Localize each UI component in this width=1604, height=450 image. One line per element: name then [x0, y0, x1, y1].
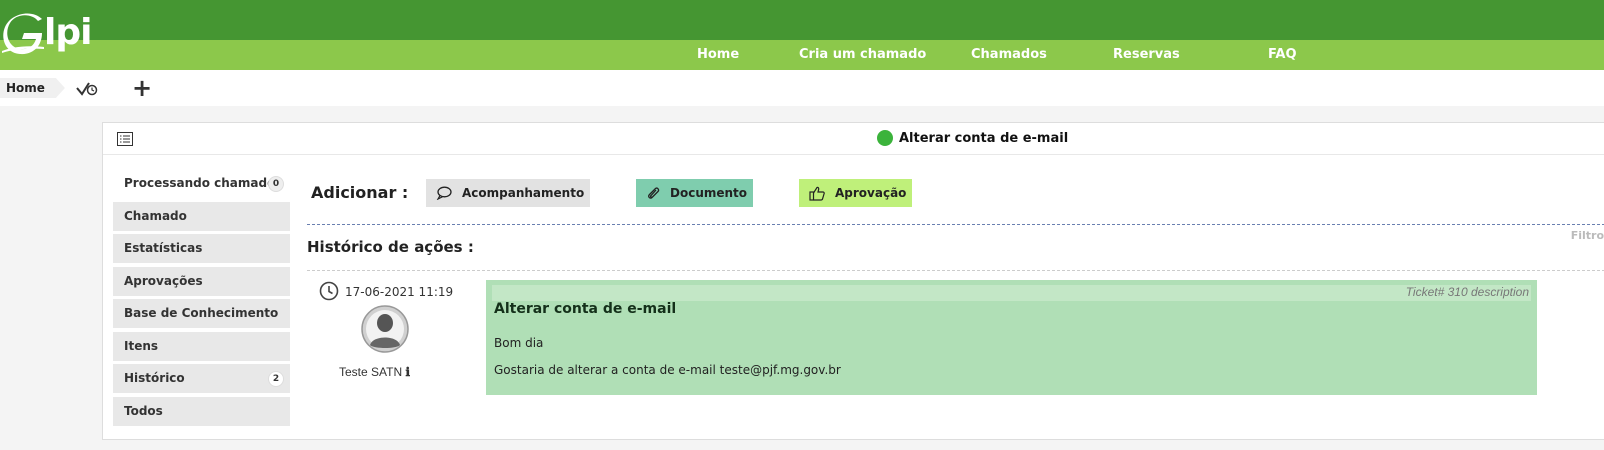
thumbs-up-icon	[809, 186, 825, 201]
tab-ticket[interactable]: Chamado	[113, 202, 290, 231]
entry-date: 17-06-2021 11:19	[345, 285, 454, 299]
paperclip-icon	[648, 187, 660, 199]
tab-approvals[interactable]: Aprovações	[113, 267, 290, 296]
nav-tickets[interactable]: Chamados	[971, 47, 1047, 62]
speech-bubble-icon	[436, 186, 452, 200]
ticket-panel: Alterar conta de e-mail Processando cham…	[102, 122, 1604, 440]
panel-header: Alterar conta de e-mail	[103, 123, 1604, 155]
tab-processing[interactable]: Processando chamado 0	[113, 169, 290, 198]
add-label: Adicionar :	[311, 183, 409, 202]
approval-label: Aprovação	[835, 186, 907, 200]
status-dot-icon	[877, 130, 893, 146]
nav-reservations[interactable]: Reservas	[1113, 47, 1180, 62]
logo-text: lpi	[44, 12, 92, 53]
nav-faq[interactable]: FAQ	[1268, 47, 1297, 62]
tab-all[interactable]: Todos	[113, 397, 290, 426]
entry-author[interactable]: Teste SATN ℹ	[339, 365, 410, 379]
top-header	[0, 0, 1604, 40]
list-icon[interactable]	[117, 132, 133, 146]
tab-count-badge: 0	[268, 176, 284, 192]
tab-items[interactable]: Itens	[113, 332, 290, 361]
nav-home[interactable]: Home	[697, 47, 739, 62]
tab-label: Estatísticas	[124, 241, 203, 255]
tab-label: Base de Conhecimento	[124, 306, 279, 320]
ticket-reference: Ticket# 310 description	[1405, 285, 1529, 299]
clock-icon	[319, 281, 339, 301]
tab-label: Chamado	[124, 209, 187, 223]
add-followup-button[interactable]: Acompanhamento	[426, 179, 590, 207]
tab-label: Histórico	[124, 371, 185, 385]
tab-label: Processando chamado	[124, 176, 276, 190]
description-header	[492, 285, 1531, 301]
divider	[307, 224, 1604, 225]
filter-link[interactable]: Filtro	[1571, 229, 1604, 242]
breadcrumb: Home +	[0, 70, 1604, 106]
tab-label: Todos	[124, 404, 163, 418]
check-clock-icon[interactable]	[76, 79, 98, 97]
tab-knowledge-base[interactable]: Base de Conhecimento	[113, 299, 290, 328]
tab-label: Itens	[124, 339, 159, 353]
tab-count-badge: 2	[268, 371, 284, 387]
description-text: Gostaria de alterar a conta de e-mail te…	[494, 363, 841, 377]
tab-statistics[interactable]: Estatísticas	[113, 234, 290, 263]
breadcrumb-home[interactable]: Home	[0, 78, 65, 98]
tab-label: Aprovações	[124, 274, 203, 288]
add-approval-button[interactable]: Aprovação	[799, 179, 912, 207]
divider	[307, 270, 1604, 271]
ticket-title-text: Alterar conta de e-mail	[899, 130, 1069, 146]
user-avatar-icon[interactable]	[361, 303, 409, 359]
info-icon[interactable]: ℹ	[405, 365, 410, 379]
document-label: Documento	[670, 186, 748, 200]
history-title: Histórico de ações :	[307, 238, 474, 256]
followup-label: Acompanhamento	[462, 186, 585, 200]
description-title: Alterar conta de e-mail	[494, 301, 677, 317]
ticket-title: Alterar conta de e-mail	[877, 130, 1068, 146]
plus-icon[interactable]: +	[132, 76, 152, 100]
nav-create-ticket[interactable]: Cria um chamado	[799, 47, 926, 62]
add-document-button[interactable]: Documento	[636, 179, 753, 207]
logo-g-icon	[2, 13, 44, 55]
tab-history[interactable]: Histórico 2	[113, 364, 290, 393]
author-name: Teste SATN	[339, 365, 403, 379]
glpi-logo[interactable]: lpi	[2, 6, 92, 60]
description-text: Bom dia	[494, 336, 544, 350]
ticket-description: Ticket# 310 description Alterar conta de…	[486, 280, 1537, 395]
